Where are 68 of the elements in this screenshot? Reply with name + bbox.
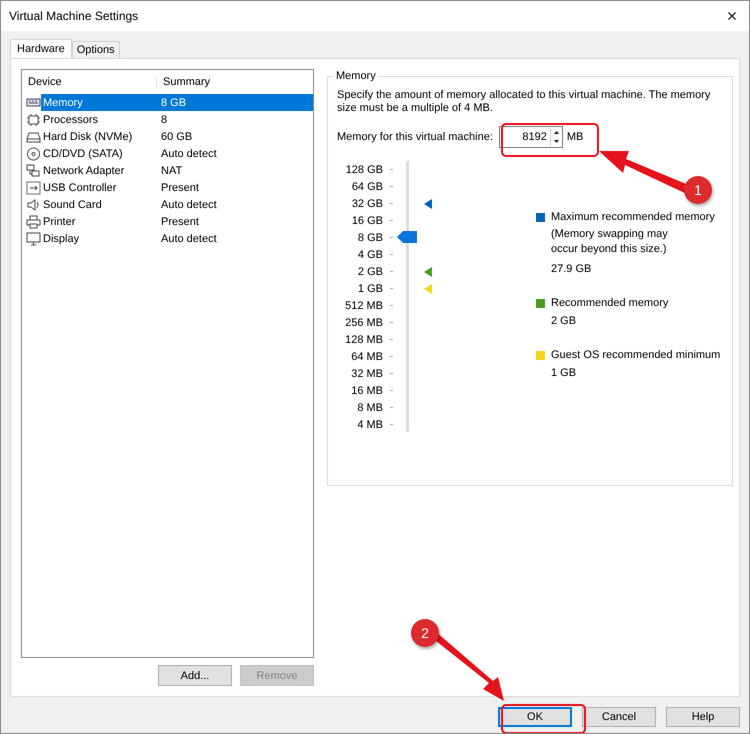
memory-spinbox[interactable]: 8192 xyxy=(498,126,563,148)
tick-label: 32 GB xyxy=(352,198,383,210)
device-summary[interactable]: Auto detect xyxy=(161,232,217,244)
device-summary[interactable]: 8 GB xyxy=(161,96,186,108)
tick-label: 64 MB xyxy=(351,350,383,362)
column-header[interactable]: Summary xyxy=(157,76,210,88)
legend-value: 1 GB xyxy=(551,367,578,379)
tick-label: 4 MB xyxy=(357,418,383,430)
device-name[interactable]: Printer xyxy=(41,216,161,228)
tick-label: 512 MB xyxy=(345,300,383,312)
marker-icon xyxy=(424,284,432,294)
device-name[interactable]: Processors xyxy=(41,114,161,126)
device-name[interactable]: CD/DVD (SATA) xyxy=(41,148,161,160)
cancel-button[interactable]: Cancel xyxy=(582,707,656,727)
device-summary[interactable]: NAT xyxy=(161,164,182,176)
tick-label: 128 GB xyxy=(346,164,383,176)
window-title: Virtual Machine Settings xyxy=(9,9,138,23)
device-name[interactable]: USB Controller xyxy=(41,182,161,194)
tick-label: 16 GB xyxy=(352,214,383,226)
group-title: Memory xyxy=(334,70,378,82)
tick-label: 4 GB xyxy=(358,248,383,260)
tick-label: 32 MB xyxy=(351,368,383,380)
usb-icon xyxy=(26,180,41,194)
legend-note: (Memory swapping may occur beyond this size.) xyxy=(551,227,669,257)
device-name[interactable]: Memory xyxy=(41,96,161,108)
speaker-icon xyxy=(26,198,41,212)
tab[interactable]: Options xyxy=(72,41,120,58)
tick-label: 8 GB xyxy=(358,232,383,244)
device-name[interactable]: Network Adapter xyxy=(41,164,161,176)
device-summary[interactable]: Auto detect xyxy=(161,148,217,160)
network-icon xyxy=(26,164,41,178)
device-summary[interactable]: Present xyxy=(161,216,199,228)
device-name[interactable]: Hard Disk (NVMe) xyxy=(41,130,161,142)
legend-label: Maximum recommended memory xyxy=(551,211,715,223)
column-header[interactable]: Device xyxy=(22,76,157,88)
tick-label: 64 GB xyxy=(352,180,383,192)
tick-label: 256 MB xyxy=(345,316,383,328)
device-summary[interactable]: 60 GB xyxy=(161,130,192,142)
device-name[interactable]: Sound Card xyxy=(41,198,161,210)
tick-label: 1 GB xyxy=(358,282,383,294)
legend-label: Recommended memory xyxy=(551,297,668,309)
field-label: Memory for this virtual machine: xyxy=(337,131,493,143)
add-button[interactable]: Add... xyxy=(158,665,232,686)
monitor-icon xyxy=(26,232,41,246)
description-text: Specify the amount of memory allocated to this virtual machine. The memory size must be a multiple of 4 MB. xyxy=(337,89,712,115)
disc-icon xyxy=(26,146,41,160)
unit-label: MB xyxy=(566,131,584,143)
tick-label: 16 MB xyxy=(351,384,383,396)
device-summary[interactable]: Auto detect xyxy=(161,198,217,210)
legend-value: 27.9 GB xyxy=(551,263,592,275)
tick-label: 2 GB xyxy=(358,266,383,278)
slider-thumb[interactable] xyxy=(397,231,417,243)
device-summary[interactable]: 8 xyxy=(161,114,168,126)
close-button[interactable]: × xyxy=(715,1,749,31)
device-summary[interactable]: Present xyxy=(161,182,199,194)
memory-icon xyxy=(26,96,41,110)
device-name[interactable]: Display xyxy=(41,232,161,244)
tab[interactable]: Hardware xyxy=(10,39,72,58)
chip-icon xyxy=(26,112,41,126)
ok-button[interactable]: OK xyxy=(498,707,572,727)
legend-value: 2 GB xyxy=(551,315,578,327)
legend-label: Guest OS recommended minimum xyxy=(551,349,720,361)
printer-icon xyxy=(26,214,41,228)
tick-label: 8 MB xyxy=(357,402,383,414)
marker-icon xyxy=(424,267,432,277)
tick-label: 128 MB xyxy=(345,334,383,346)
marker-icon xyxy=(424,199,432,209)
help-button[interactable]: Help xyxy=(666,707,740,727)
